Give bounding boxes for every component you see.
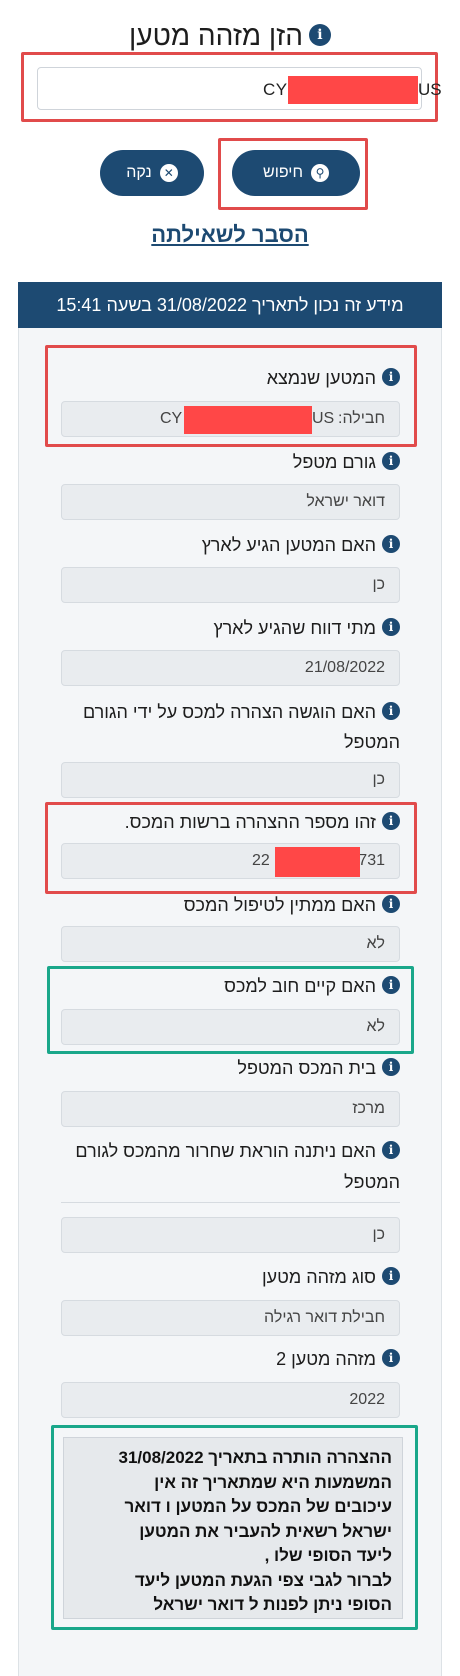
search-icon: ⚲ bbox=[310, 164, 329, 182]
note-line: המשמעות היא שמתאריך זה אין bbox=[154, 1472, 392, 1492]
field-value-customs-debt: לא bbox=[61, 1009, 400, 1045]
info-icon[interactable]: i bbox=[308, 23, 331, 46]
clear-button-label: נקה bbox=[126, 164, 152, 181]
field-value-release-order: כן bbox=[61, 1217, 400, 1253]
note-line: לברור לגבי צפי הגעת המטען ליעד bbox=[134, 1570, 392, 1590]
field-label-handler: iגורם מטפל bbox=[293, 448, 400, 476]
field-label-release-order: iהאם ניתנה הוראת שחרור מהמכס לגורם המטפל bbox=[75, 1141, 400, 1192]
search-value-prefix: CY bbox=[263, 80, 288, 99]
info-icon[interactable]: i bbox=[382, 1267, 400, 1286]
field-value-awaiting-customs: לא bbox=[61, 926, 400, 962]
info-icon[interactable]: i bbox=[382, 618, 400, 637]
info-icon[interactable]: i bbox=[382, 812, 400, 831]
page-title: iהזן מזהה מטען bbox=[0, 20, 460, 52]
field-value-arrival-date: 21/08/2022 bbox=[61, 650, 400, 686]
field-value-cargo-id-2: 2022 bbox=[61, 1382, 400, 1418]
info-icon[interactable]: i bbox=[382, 452, 400, 471]
field-label-cargo-id-2: iמזהה מטען 2 bbox=[276, 1345, 400, 1373]
declaration-suffix: 731 bbox=[358, 852, 385, 869]
search-button[interactable]: ⚲ חיפוש bbox=[232, 150, 360, 196]
info-icon[interactable]: i bbox=[382, 895, 400, 914]
clear-button[interactable]: ✕ נקה bbox=[100, 150, 204, 196]
page-title-text: הזן מזהה מטען bbox=[129, 20, 303, 51]
note-line: הסופי ניתן לפנות ל דואר ישראל bbox=[153, 1595, 392, 1614]
redaction-block bbox=[275, 847, 360, 877]
note-line: ההצהרה הותרה בתאריך 31/08/2022 bbox=[118, 1448, 392, 1467]
divider bbox=[61, 1202, 400, 1203]
note-line: עיכובים של המכס על המטען ו דואר bbox=[124, 1497, 392, 1516]
note-line: ישראל רשאית להעביר את המטען bbox=[139, 1521, 392, 1541]
info-icon[interactable]: i bbox=[382, 976, 400, 995]
field-label-declaration-submitted: iהאם הוגשה הצהרה למכס על ידי הגורם המטפל bbox=[82, 702, 400, 752]
field-value-arrived: כן bbox=[61, 567, 400, 603]
close-icon: ✕ bbox=[159, 164, 178, 182]
search-input[interactable]: CY US bbox=[37, 67, 442, 110]
field-label-arrival-date: iמתי דווח שהגיע לארץ bbox=[214, 614, 400, 642]
note-line: ליעד הסופי שלו , bbox=[264, 1546, 392, 1565]
field-value-found-cargo: חבילה: US CY bbox=[61, 401, 400, 437]
query-explanation-link[interactable]: הסבר לשאילתה bbox=[0, 222, 460, 248]
field-label-arrived: iהאם המטען הגיע לארץ bbox=[202, 531, 400, 559]
field-value-customs-house: מרכז bbox=[61, 1091, 400, 1127]
search-button-label: חיפוש bbox=[263, 164, 303, 181]
field-value-declaration-number: 731 22 bbox=[61, 843, 400, 879]
field-value-handler: דואר ישראל bbox=[61, 484, 400, 520]
field-label-cargo-id-type: iסוג מזהה מטען bbox=[262, 1263, 400, 1291]
field-label-awaiting-customs: iהאם ממתין לטיפול המכס bbox=[184, 891, 400, 919]
field-value-declaration-submitted: כן bbox=[61, 762, 400, 798]
info-icon[interactable]: i bbox=[382, 702, 400, 721]
redaction-block bbox=[288, 76, 418, 104]
found-us: US bbox=[312, 410, 335, 427]
info-icon[interactable]: i bbox=[382, 1058, 400, 1077]
info-icon[interactable]: i bbox=[382, 1141, 400, 1160]
info-icon[interactable]: i bbox=[382, 1349, 400, 1368]
redaction-block bbox=[184, 406, 312, 434]
field-label-declaration-number: iזהו מספר ההצהרה ברשות המכס. bbox=[125, 808, 400, 836]
field-label-customs-house: iבית המכס המטפל bbox=[237, 1054, 400, 1082]
found-prefix: חבילה: bbox=[338, 410, 385, 427]
found-cy: CY bbox=[160, 410, 183, 427]
search-value-suffix: US bbox=[418, 80, 442, 99]
info-icon[interactable]: i bbox=[382, 368, 400, 387]
results-header: מידע זה נכון לתאריך 31/08/2022 בשעה 15:4… bbox=[18, 282, 442, 328]
field-label-customs-debt: iהאם קיים חוב למכס bbox=[224, 972, 400, 1000]
release-note: ההצהרה הותרה בתאריך 31/08/2022 המשמעות ה… bbox=[63, 1437, 403, 1619]
info-icon[interactable]: i bbox=[382, 535, 400, 554]
field-value-cargo-id-type: חבילת דואר רגילה bbox=[61, 1300, 400, 1336]
field-label-found-cargo: iהמטען שנמצא bbox=[267, 364, 400, 392]
declaration-prefix: 22 bbox=[252, 852, 270, 869]
